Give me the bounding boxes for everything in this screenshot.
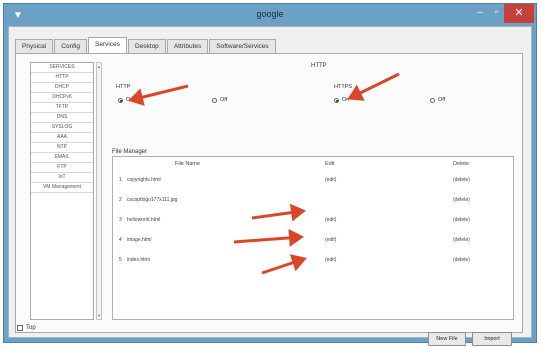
file-name: image.html [127, 237, 152, 243]
service-item-header[interactable]: SERVICES [31, 63, 93, 73]
table-row: 2 cscoptlogo177x111.jpg (delete) [117, 195, 509, 207]
column-header-file-name: File Name [175, 161, 201, 167]
service-item-ftp[interactable]: FTP [31, 163, 93, 173]
https-off-label: Off [438, 97, 446, 103]
annotation-arrow [128, 84, 189, 106]
tab-bar: Physical Config Services Desktop Attribu… [15, 37, 277, 53]
import-button[interactable]: Import [472, 332, 512, 346]
minimize-button[interactable]: – [470, 4, 490, 23]
https-label: HTTPS [334, 84, 353, 90]
delete-link[interactable]: (delete) [453, 197, 470, 203]
tab-desktop[interactable]: Desktop [127, 39, 166, 53]
https-off-radio[interactable]: Off [430, 97, 445, 103]
tab-services[interactable]: Services [88, 37, 127, 53]
edit-link[interactable]: (edit) [325, 237, 336, 243]
row-number: 1 [119, 177, 122, 183]
column-header-delete: Delete [453, 161, 469, 167]
file-name: cscoptlogo177x111.jpg [127, 197, 178, 203]
title-bar[interactable]: ▼ google – ▫ ✕ [4, 4, 536, 26]
top-checkbox[interactable]: Top [17, 325, 36, 331]
file-name: copyrights.html [127, 177, 161, 183]
table-row: 5 index.html (edit) (delete) [117, 255, 509, 267]
service-item-dhcpv6[interactable]: DHCPv6 [31, 93, 93, 103]
services-list: SERVICES HTTP DHCP DHCPv6 TFTP DNS SYSLO… [30, 62, 94, 320]
http-off-label: Off [220, 97, 228, 103]
row-number: 3 [119, 217, 122, 223]
service-item-iot[interactable]: IoT [31, 173, 93, 183]
https-on-label: On [342, 97, 350, 103]
table-row: 1 copyrights.html (edit) (delete) [117, 175, 509, 187]
service-item-http[interactable]: HTTP [31, 73, 93, 83]
row-number: 5 [119, 257, 122, 263]
section-title: HTTP [311, 63, 327, 69]
service-item-aaa[interactable]: AAA [31, 133, 93, 143]
services-panel: SERVICES HTTP DHCP DHCPv6 TFTP DNS SYSLO… [15, 53, 523, 346]
file-manager-label: File Manager [112, 149, 148, 155]
window-title: google [256, 9, 284, 19]
table-row: 4 image.html (edit) (delete) [117, 235, 509, 247]
close-button[interactable]: ✕ [504, 4, 534, 23]
services-scrollbar[interactable]: ▲ ▼ [96, 62, 102, 320]
service-item-email[interactable]: EMAIL [31, 153, 93, 163]
radio-dot-icon [118, 97, 123, 103]
delete-link[interactable]: (delete) [453, 177, 470, 183]
https-on-radio[interactable]: On [334, 97, 349, 103]
edit-link[interactable]: (edit) [325, 217, 336, 223]
http-on-radio[interactable]: On [118, 97, 133, 103]
radio-dot-icon [212, 97, 217, 103]
service-item-dns[interactable]: DNS [31, 113, 93, 123]
row-number: 2 [119, 197, 122, 203]
file-name: helloworld.html [127, 217, 161, 223]
app-window: ▼ google – ▫ ✕ Physical Config Services … [3, 3, 537, 346]
scroll-up-icon[interactable]: ▲ [97, 64, 101, 69]
maximize-button[interactable]: ▫ [490, 4, 503, 23]
delete-link[interactable]: (delete) [453, 257, 470, 263]
tab-software-services[interactable]: Software/Services [209, 39, 276, 53]
edit-link[interactable]: (edit) [325, 177, 336, 183]
annotation-arrow [347, 72, 400, 101]
tab-physical[interactable]: Physical [15, 39, 54, 53]
service-item-tftp[interactable]: TFTP [31, 103, 93, 113]
delete-link[interactable]: (delete) [453, 237, 470, 243]
scroll-down-icon[interactable]: ▼ [97, 313, 101, 318]
tab-config[interactable]: Config [54, 39, 88, 53]
service-item-vm-management[interactable]: VM Management [31, 183, 93, 193]
top-checkbox-label: Top [26, 325, 36, 331]
file-manager-table: File Name Edit Delete 1 copyrights.html … [112, 156, 514, 320]
http-on-label: On [126, 97, 134, 103]
delete-link[interactable]: (delete) [453, 217, 470, 223]
checkbox-icon [17, 325, 23, 331]
tab-attributes[interactable]: Attributes [166, 39, 209, 53]
service-item-ntp[interactable]: NTP [31, 143, 93, 153]
column-header-edit: Edit [325, 161, 335, 167]
new-file-button[interactable]: New File [428, 332, 466, 346]
file-name: index.html [127, 257, 150, 263]
radio-dot-icon [430, 97, 435, 103]
http-label: HTTP [116, 84, 131, 90]
client-area: Physical Config Services Desktop Attribu… [8, 26, 532, 346]
http-off-radio[interactable]: Off [212, 97, 227, 103]
edit-link[interactable]: (edit) [325, 257, 336, 263]
radio-dot-icon [334, 97, 339, 103]
service-item-dhcp[interactable]: DHCP [31, 83, 93, 93]
row-number: 4 [119, 237, 122, 243]
service-item-syslog[interactable]: SYSLOG [31, 123, 93, 133]
table-row: 3 helloworld.html (edit) (delete) [117, 215, 509, 227]
